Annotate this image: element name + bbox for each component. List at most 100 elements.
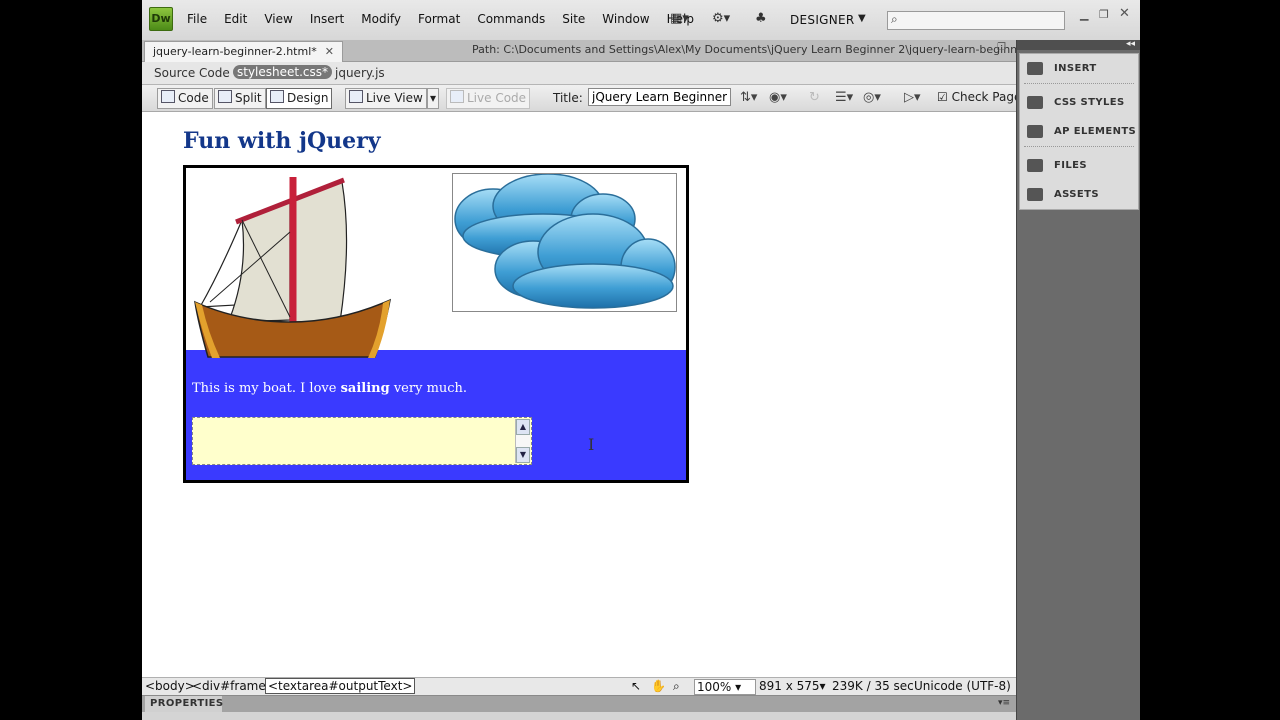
design-label: Design — [287, 91, 329, 105]
collapse-panels-icon[interactable]: ◂◂ — [1126, 39, 1135, 49]
panel-insert-label: INSERT — [1054, 63, 1097, 74]
frame-div[interactable]: This is my boat. I love sailing very muc… — [183, 165, 689, 483]
document-tab-bar: jquery-learn-beginner-2.html* ✕ Path: C:\… — [142, 40, 1067, 62]
caption-text-start: This is my boat. I love — [192, 381, 341, 396]
scroll-up-icon[interactable]: ▲ — [516, 419, 530, 435]
panel-menu-icon[interactable]: ▾≡ — [998, 698, 1010, 708]
scroll-track[interactable] — [516, 435, 530, 447]
code-label: Code — [178, 91, 209, 105]
code-icon — [161, 90, 175, 103]
clouds-image — [454, 173, 676, 309]
zoom-select[interactable]: 100% ▾ — [694, 679, 756, 695]
page-heading: Fun with jQuery — [183, 128, 381, 154]
live-view-button[interactable]: Live View — [345, 88, 427, 109]
restore-doc-icon[interactable]: ❐ — [997, 42, 1006, 53]
chevron-down-icon[interactable]: ▼ — [858, 13, 866, 24]
window-size-value: 891 x 575 — [759, 679, 820, 693]
preview-browser-icon[interactable]: ◉▾ — [769, 90, 787, 105]
panel-assets[interactable]: ASSETS — [1020, 180, 1138, 209]
split-label: Split — [235, 91, 262, 105]
download-size: 239K / 35 sec — [832, 679, 914, 693]
help-search-input[interactable]: ⌕ — [887, 11, 1065, 30]
layout-icon[interactable]: ▦▾ — [670, 11, 689, 26]
search-icon: ⌕ — [891, 12, 898, 26]
zoom-value: 100% — [697, 680, 732, 694]
view-options-icon[interactable]: ☰▾ — [835, 90, 853, 105]
menu-modify[interactable]: Modify — [361, 12, 401, 26]
panel-css-styles[interactable]: CSS STYLES — [1020, 88, 1138, 117]
live-code-icon — [450, 90, 464, 103]
live-view-icon — [349, 90, 363, 103]
menu-commands[interactable]: Commands — [477, 12, 545, 26]
text-cursor-icon: I — [588, 435, 595, 454]
menu-edit[interactable]: Edit — [224, 12, 247, 26]
properties-bar[interactable]: PROPERTIES ▾≡ — [142, 695, 1016, 712]
boat-image[interactable] — [190, 172, 395, 362]
main-menu: File Edit View Insert Modify Format Comm… — [187, 12, 711, 26]
menu-file[interactable]: File — [187, 12, 207, 26]
related-jquery-js[interactable]: jquery.js — [335, 66, 385, 80]
ap-elements-icon — [1027, 125, 1043, 138]
refresh-icon[interactable]: ↻ — [809, 90, 820, 105]
split-view-button[interactable]: Split — [214, 88, 266, 109]
encoding: Unicode (UTF-8) — [914, 679, 1011, 693]
file-management-icon[interactable]: ⇅▾ — [740, 90, 757, 105]
document-toolbar: Code Split Design Live View ▾ Live Code … — [142, 85, 1021, 112]
menu-format[interactable]: Format — [418, 12, 460, 26]
code-view-button[interactable]: Code — [157, 88, 213, 109]
output-textarea[interactable]: ▲ ▼ — [192, 417, 532, 465]
close-icon[interactable]: ✕ — [1119, 6, 1130, 21]
panel-ap-elements[interactable]: AP ELEMENTS — [1020, 117, 1138, 146]
panel-assets-label: ASSETS — [1054, 189, 1099, 200]
live-code-button[interactable]: Live Code — [446, 88, 531, 109]
menu-bar: Dw File Edit View Insert Modify Format C… — [142, 0, 1140, 41]
restore-icon[interactable]: ❐ — [1099, 8, 1109, 21]
title-label: Title: — [553, 91, 583, 105]
assets-icon — [1027, 188, 1043, 201]
workspace-switcher[interactable]: DESIGNER — [790, 13, 855, 27]
related-stylesheet[interactable]: stylesheet.css* — [233, 65, 333, 79]
caption-text-end: very much. — [389, 381, 468, 396]
minimize-icon[interactable]: ▁ — [1080, 8, 1088, 21]
chevron-down-icon: ▾ — [430, 91, 437, 105]
panel-insert[interactable]: INSERT — [1020, 54, 1138, 83]
textarea-scrollbar[interactable]: ▲ ▼ — [515, 419, 530, 463]
tag-div-frame[interactable]: <div#frame> — [192, 679, 276, 693]
files-icon — [1027, 159, 1043, 172]
site-icon[interactable]: ♣ — [755, 11, 767, 26]
window-size[interactable]: 891 x 575▾ — [759, 679, 826, 693]
extend-gear-icon[interactable]: ⚙▾ — [712, 11, 730, 26]
check-page-label: Check Page — [951, 90, 1022, 104]
app-logo: Dw — [149, 7, 173, 31]
validate-markup-icon[interactable]: ▷▾ — [904, 90, 921, 105]
panel-group-insert: INSERT CSS STYLES AP ELEMENTS FILES ASSE… — [1019, 53, 1139, 210]
hand-tool-icon[interactable]: ✋ — [651, 679, 666, 693]
properties-label[interactable]: PROPERTIES — [145, 696, 223, 712]
check-page-icon: ☑ — [937, 90, 952, 104]
tag-body[interactable]: <body> — [145, 679, 195, 693]
clouds-image-frame[interactable] — [452, 173, 677, 312]
menu-insert[interactable]: Insert — [310, 12, 344, 26]
document-tab[interactable]: jquery-learn-beginner-2.html* ✕ — [144, 41, 343, 62]
pointer-tool-icon[interactable]: ↖ — [631, 679, 641, 693]
live-view-dropdown[interactable]: ▾ — [427, 88, 440, 109]
related-files-bar: Source Code stylesheet.css* jquery.js — [142, 62, 1016, 85]
panel-files-label: FILES — [1054, 160, 1087, 171]
document-path: Path: C:\Documents and Settings\Alex\My … — [472, 43, 1068, 56]
zoom-tool-icon[interactable]: ⌕ — [673, 679, 680, 694]
check-page-button[interactable]: ☑ Check Page — [937, 90, 1021, 104]
page-title-input[interactable] — [588, 88, 731, 106]
tag-textarea[interactable]: <textarea#outputText> — [265, 678, 416, 694]
split-icon — [218, 90, 232, 103]
close-tab-icon[interactable]: ✕ — [325, 45, 334, 58]
menu-window[interactable]: Window — [602, 12, 649, 26]
related-source-code[interactable]: Source Code — [154, 66, 230, 80]
panel-files[interactable]: FILES — [1020, 151, 1138, 180]
scroll-down-icon[interactable]: ▼ — [516, 447, 530, 463]
design-view-button[interactable]: Design — [266, 88, 333, 109]
visual-aids-icon[interactable]: ◎▾ — [863, 90, 881, 105]
design-canvas[interactable]: Fun with jQuery This is my boat. I love … — [142, 112, 1016, 677]
menu-site[interactable]: Site — [562, 12, 585, 26]
caption-bold-word: sailing — [340, 381, 390, 396]
menu-view[interactable]: View — [264, 12, 292, 26]
